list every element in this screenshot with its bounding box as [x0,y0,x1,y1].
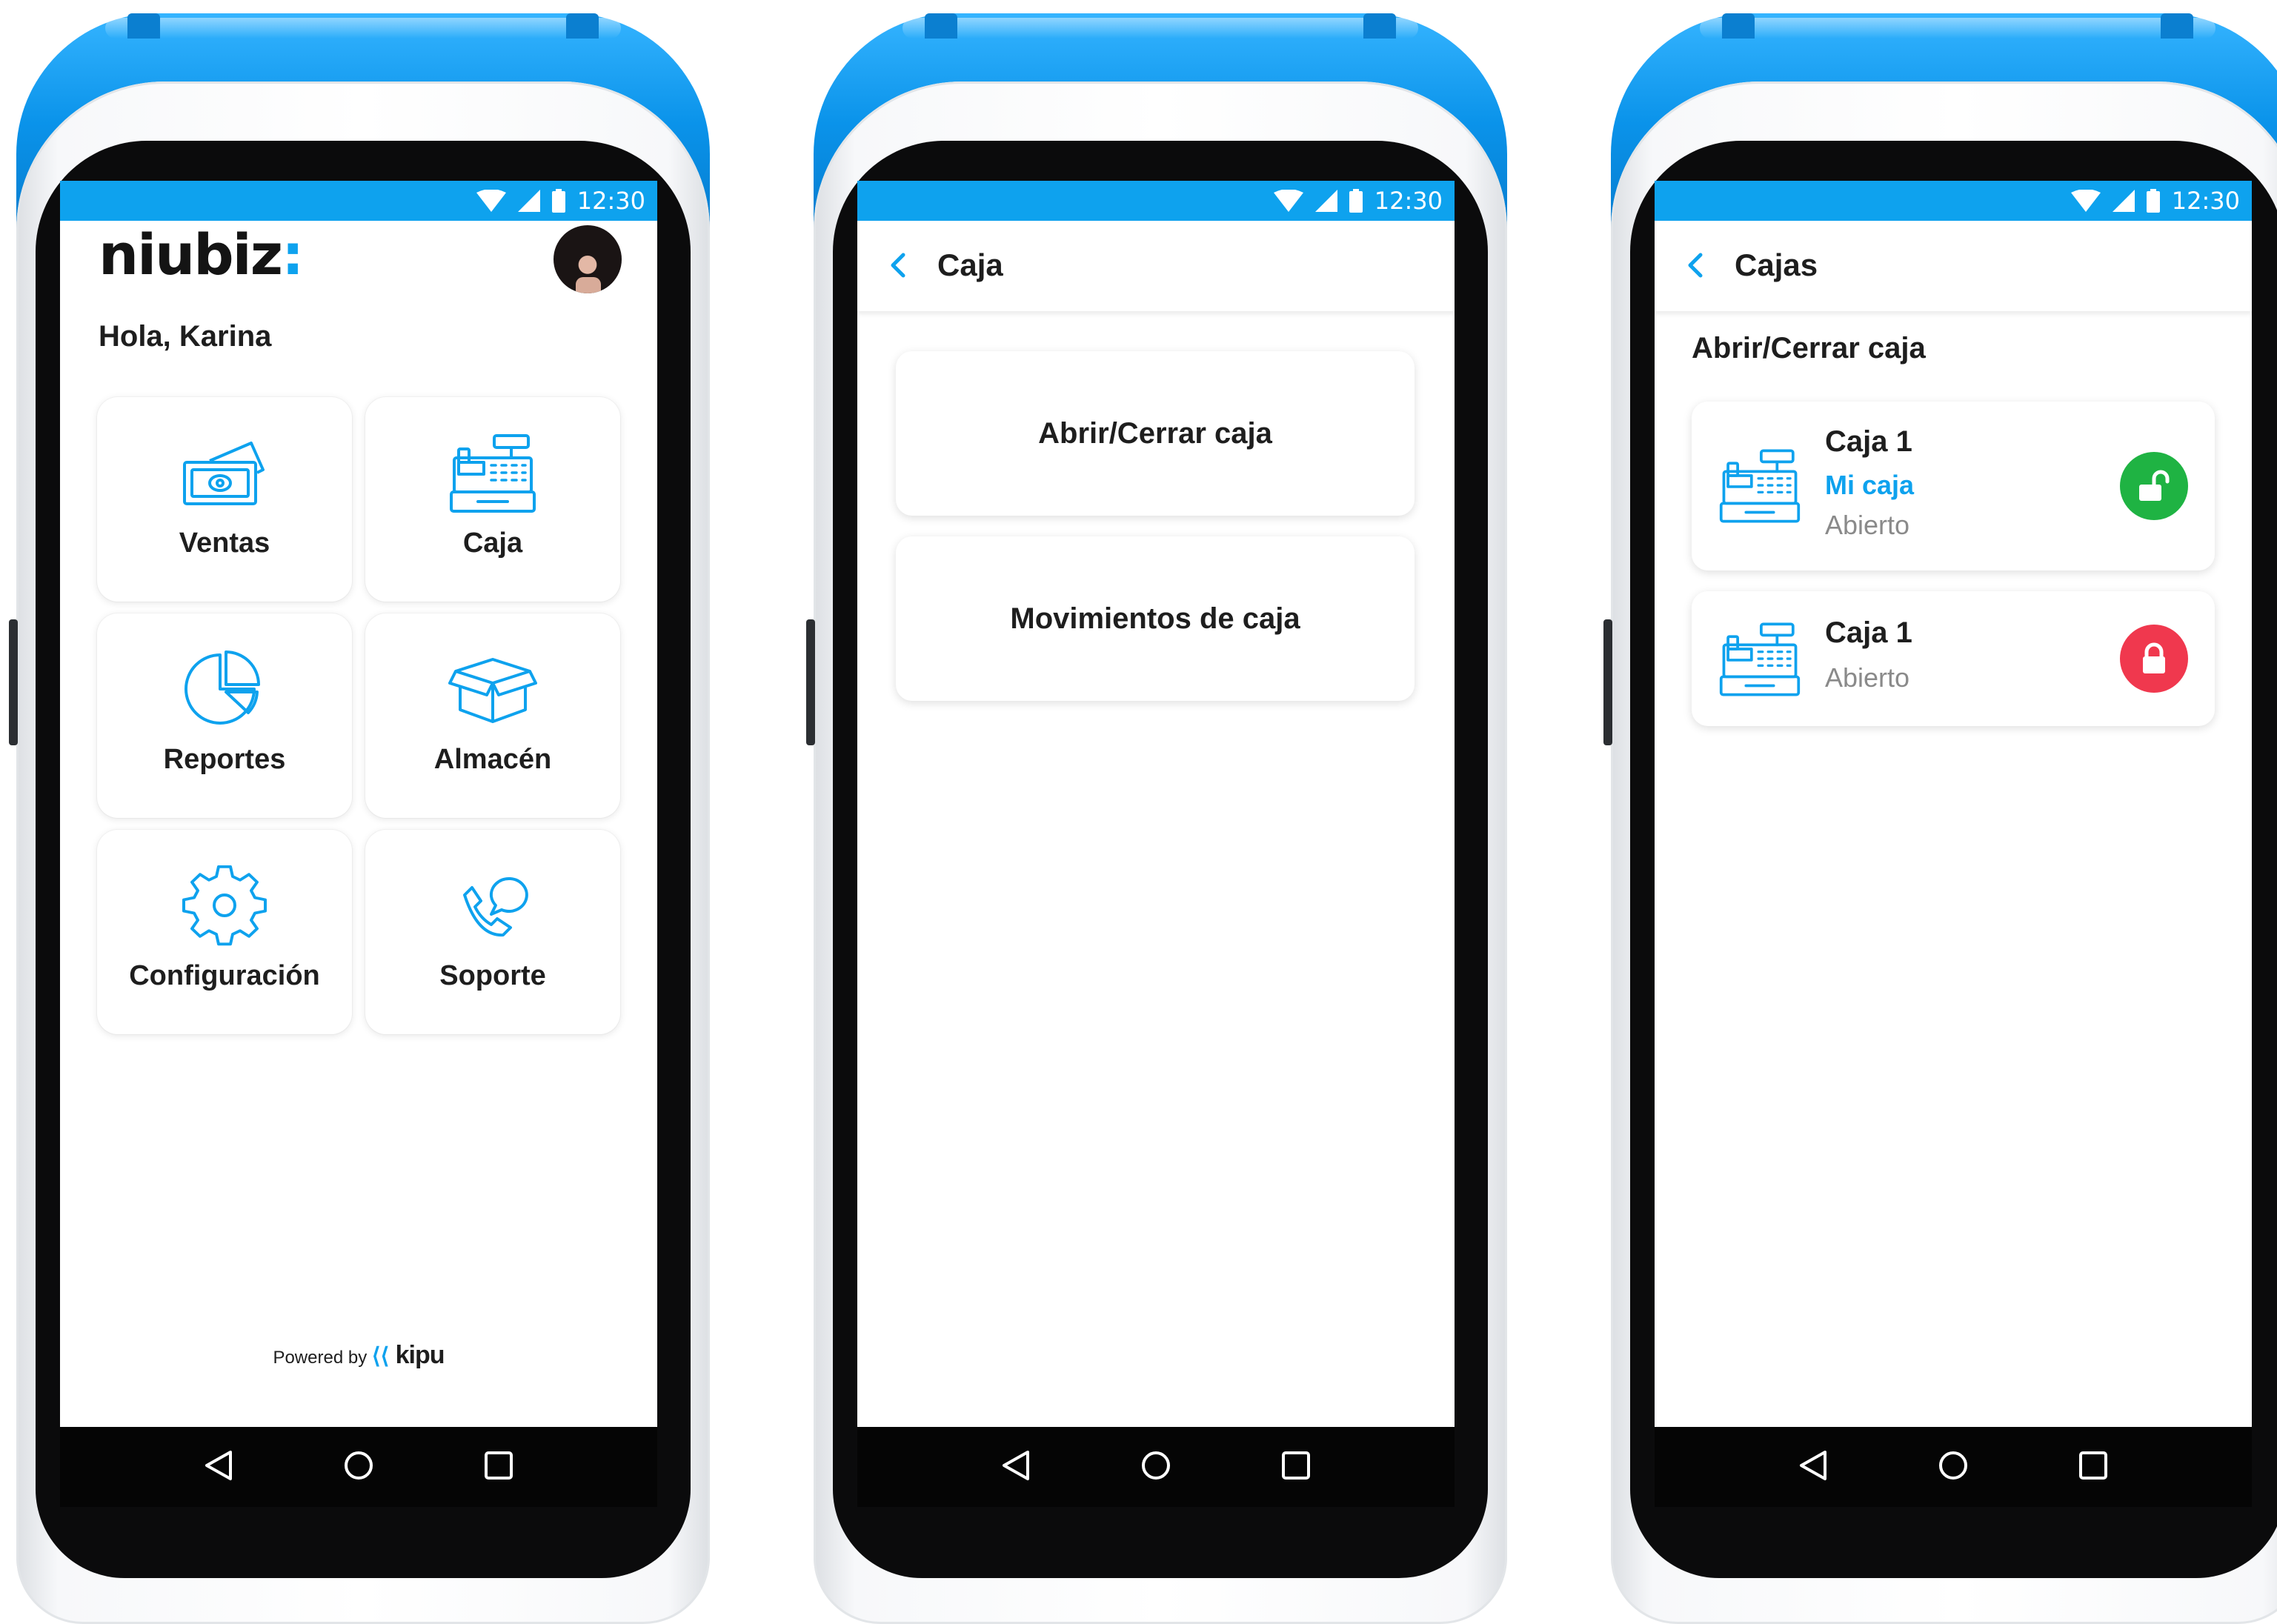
device-side-button [806,619,815,745]
caja-name: Caja 1 [1825,425,1912,458]
cash-register-icon [1718,618,1801,701]
gear-icon [182,865,267,946]
tile-almacen[interactable]: Almacén [365,613,620,818]
locked-icon [2143,642,2165,673]
status-time: 12:30 [576,187,645,215]
recents-nav-icon[interactable] [1281,1451,1311,1484]
back-nav-icon[interactable] [1798,1450,1828,1485]
screen-caja: 12:30 Caja Abrir/Cerrar caja Movimientos… [857,181,1455,1427]
home-nav-icon[interactable] [1140,1450,1171,1485]
unlocked-icon [2139,470,2170,501]
cash-register-icon [1718,445,1801,528]
back-nav-icon[interactable] [1001,1450,1031,1485]
caja-status: Abierto [1825,662,1910,693]
back-arrow-icon[interactable] [1684,250,1705,280]
money-icon [183,442,265,505]
android-navbar [857,1427,1455,1507]
signal-icon [2112,190,2135,212]
status-bar: 12:30 [60,181,657,221]
signal-icon [517,190,540,212]
device-cajas: 12:30 Cajas Abrir/Cerrar caja Caja 1 Mi … [1603,13,2277,1624]
tile-label: Ventas [179,528,270,559]
niubiz-logo: niubiz: [99,222,304,287]
tile-configuracion[interactable]: Configuración [97,830,352,1034]
caja-name: Caja 1 [1825,616,1912,649]
caja-status: Abierto [1825,510,1910,540]
screen-cajas: 12:30 Cajas Abrir/Cerrar caja Caja 1 Mi … [1655,181,2252,1427]
caja-card[interactable]: Caja 1 Mi caja Abierto [1692,402,2215,570]
pie-chart-icon [185,650,260,725]
wifi-icon [476,190,506,212]
device-side-button [1603,619,1612,745]
tile-ventas[interactable]: Ventas [97,397,352,602]
avatar[interactable] [554,225,622,293]
app-bar: Caja [857,221,1455,311]
wifi-icon [1273,190,1303,212]
home-nav-icon[interactable] [1938,1450,1969,1485]
android-navbar [60,1427,657,1507]
home-nav-icon[interactable] [343,1450,374,1485]
greeting: Hola, Karina [99,320,272,353]
page-title: Caja [937,247,1003,282]
unlock-button[interactable] [2120,452,2188,520]
status-bar: 12:30 [857,181,1455,221]
android-navbar [1655,1427,2252,1507]
abrir-cerrar-caja-button[interactable]: Abrir/Cerrar caja [896,351,1415,516]
recents-nav-icon[interactable] [484,1451,513,1484]
battery-icon [2146,189,2160,213]
device-caja: 12:30 Caja Abrir/Cerrar caja Movimientos… [806,13,1507,1624]
status-time: 12:30 [1374,187,1443,215]
box-icon [448,658,537,723]
section-title: Abrir/Cerrar caja [1692,332,1926,365]
device-side-button [9,619,18,745]
tile-label: Soporte [439,960,546,991]
status-bar: 12:30 [1655,181,2252,221]
wifi-icon [2070,190,2101,212]
tile-soporte[interactable]: Soporte [365,830,620,1034]
tile-label: Almacén [433,744,552,775]
tile-label: Reportes [163,744,286,775]
caja-card[interactable]: Caja 1 Abierto [1692,591,2215,726]
tile-label: Caja [462,528,523,559]
battery-icon [1349,189,1363,213]
back-nav-icon[interactable] [204,1450,233,1485]
tile-reportes[interactable]: Reportes [97,613,352,818]
movimientos-de-caja-button[interactable]: Movimientos de caja [896,536,1415,701]
status-time: 12:30 [2171,187,2240,215]
phone-support-icon [463,876,528,937]
signal-icon [1314,190,1337,212]
tile-caja[interactable]: Caja [365,397,620,602]
caja-tag: Mi caja [1825,470,1915,500]
screen-home: 12:30 niubiz: Hola, Karina Ventas Caja R… [60,181,657,1427]
cash-register-icon [448,433,537,514]
kipu-logo-icon: ⟨⟨ [371,1344,396,1368]
page-title: Cajas [1735,247,1818,282]
lock-button[interactable] [2120,625,2188,693]
back-arrow-icon[interactable] [887,250,908,280]
device-home: 12:30 niubiz: Hola, Karina Ventas Caja R… [9,13,710,1624]
recents-nav-icon[interactable] [2078,1451,2108,1484]
app-bar: Cajas [1655,221,2252,311]
battery-icon [551,189,565,213]
tile-label: Configuración [129,960,320,991]
powered-by: Powered by ⟨⟨ kipu [273,1341,445,1369]
